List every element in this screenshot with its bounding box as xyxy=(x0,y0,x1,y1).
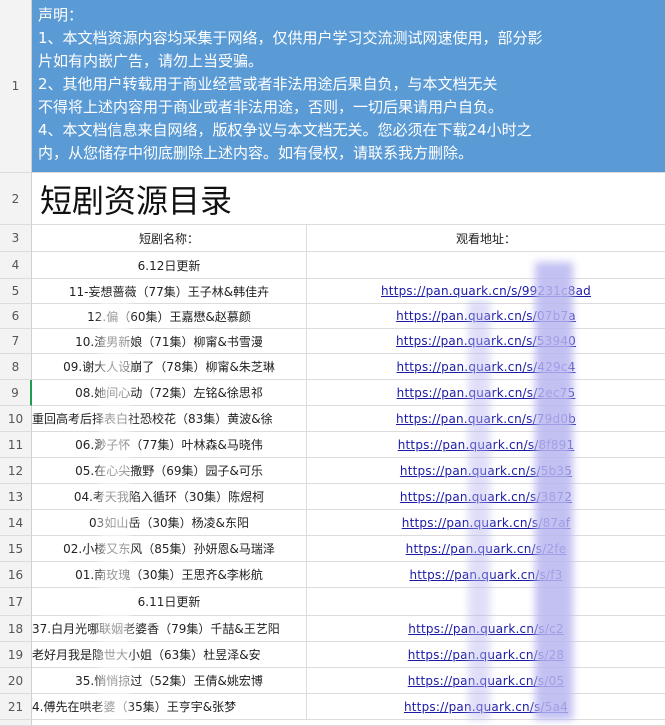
row-header[interactable]: 8 xyxy=(0,354,32,380)
row-header[interactable]: 10 xyxy=(0,406,32,432)
drama-name-cell[interactable]: 03如山岳（30集）杨凌&东阳 xyxy=(32,510,307,535)
row-header[interactable]: 18 xyxy=(0,616,32,642)
table-header-row: 短剧名称： 观看地址： xyxy=(32,225,665,252)
redaction-overlay xyxy=(535,262,573,720)
notice-line: 1、本文档资源内容均采集于网络，仅供用户学习交流测试网速使用，部分影 xyxy=(38,29,543,47)
row-header[interactable]: 5 xyxy=(0,279,32,304)
row-header[interactable]: 13 xyxy=(0,484,32,510)
drama-name-cell[interactable]: 10.渣男新娘（71集）柳甯&书雪漫 xyxy=(32,329,307,353)
group-label-cell[interactable]: 6.11日更新 xyxy=(32,588,307,615)
notice-line: 内，从您储存中彻底删除上述内容。如有侵权，请联系我方删除。 xyxy=(38,144,474,162)
row-header[interactable]: 7 xyxy=(0,329,32,354)
row-header[interactable]: 14 xyxy=(0,510,32,536)
row-header[interactable]: 21 xyxy=(0,694,32,720)
drama-name-cell[interactable]: 09.谢大人设崩了（78集）柳甯&朱芝琳 xyxy=(32,354,307,379)
drama-name-cell[interactable]: 老好月我是隐世大小姐（63集）杜昱泽&安 xyxy=(32,642,307,667)
row-header[interactable]: 2 xyxy=(0,173,32,225)
row-header[interactable]: 11 xyxy=(0,432,32,458)
drama-name-cell[interactable]: 12.偏（60集）王嘉懋&赵慕颜 xyxy=(32,304,307,328)
table-row xyxy=(32,720,665,726)
spreadsheet: 1 2 3 4 5 6 7 8 9 10 11 12 13 14 15 16 1… xyxy=(0,0,665,726)
notice-line: 4、本文档信息来自网络，版权争议与本文档无关。您必须在下载24小时之 xyxy=(38,121,532,139)
drama-name-cell[interactable]: 08.她间心动（72集）左铭&徐思祁 xyxy=(32,380,307,405)
row-header[interactable]: 12 xyxy=(0,458,32,484)
redaction-overlay xyxy=(468,300,490,720)
row-header[interactable]: 19 xyxy=(0,642,32,668)
disclaimer-notice[interactable]: 声明： 1、本文档资源内容均采集于网络，仅供用户学习交流测试网速使用，部分影 片… xyxy=(32,0,665,173)
redaction-overlay xyxy=(100,300,130,720)
row-header[interactable]: 15 xyxy=(0,536,32,562)
drama-name-cell[interactable]: 04.考天我陷入循环（30集）陈煜柯 xyxy=(32,484,307,509)
notice-line: 不得将上述内容用于商业或者非法用途，否则，一切后果请用户自负。 xyxy=(38,98,504,116)
header-link-cell[interactable]: 观看地址： xyxy=(307,225,665,251)
drama-name-cell[interactable]: 06.渺子怀（77集）叶林森&马晓伟 xyxy=(32,432,307,457)
drama-name-cell[interactable]: 02.小楼又东风（85集）孙妍恩&马瑞泽 xyxy=(32,536,307,561)
row-header[interactable]: 22 xyxy=(0,720,32,726)
drama-name-cell[interactable]: 重回高考后择表白社恐校花（83集）黄波&徐 xyxy=(32,406,307,431)
notice-line: 2、其他用户转载用于商业经营或者非法用途后果自负，与本文档无关 xyxy=(38,75,498,93)
drama-name-cell[interactable]: 05.在心尖撒野（69集）园子&可乐 xyxy=(32,458,307,483)
drama-name-cell[interactable]: 11-妄想蔷薇（77集）王子林&韩佳卉 xyxy=(32,279,307,303)
row-header[interactable]: 9 xyxy=(0,380,32,406)
group-label-cell[interactable]: 6.12日更新 xyxy=(32,252,307,278)
row-header[interactable]: 16 xyxy=(0,562,32,588)
header-name-cell[interactable]: 短剧名称： xyxy=(32,225,307,251)
row-header[interactable]: 17 xyxy=(0,588,32,616)
row-header[interactable]: 20 xyxy=(0,668,32,694)
drama-name-cell[interactable]: 01.南玫瑰（30集）王思齐&李彬航 xyxy=(32,562,307,587)
row-header[interactable]: 4 xyxy=(0,252,32,279)
empty-cell[interactable] xyxy=(307,252,665,278)
page-title[interactable]: 短剧资源目录 xyxy=(32,173,665,225)
row-header[interactable]: 6 xyxy=(0,304,32,329)
row-header[interactable]: 1 xyxy=(0,0,32,173)
notice-line: 片如有内嵌广告，请勿上当受骗。 xyxy=(38,52,264,70)
drama-name-cell[interactable]: 37.白月光哪联姻老婆香（79集）千喆&王艺阳 xyxy=(32,616,307,641)
drama-name-cell[interactable]: 35.悄悄掠过（52集）王倩&姚宏博 xyxy=(32,668,307,693)
row-header[interactable]: 3 xyxy=(0,225,32,252)
notice-line: 声明： xyxy=(38,6,84,24)
drama-name-cell[interactable]: 4.傅先在哄老婆（35集）王亨宇&张梦 xyxy=(32,694,307,719)
